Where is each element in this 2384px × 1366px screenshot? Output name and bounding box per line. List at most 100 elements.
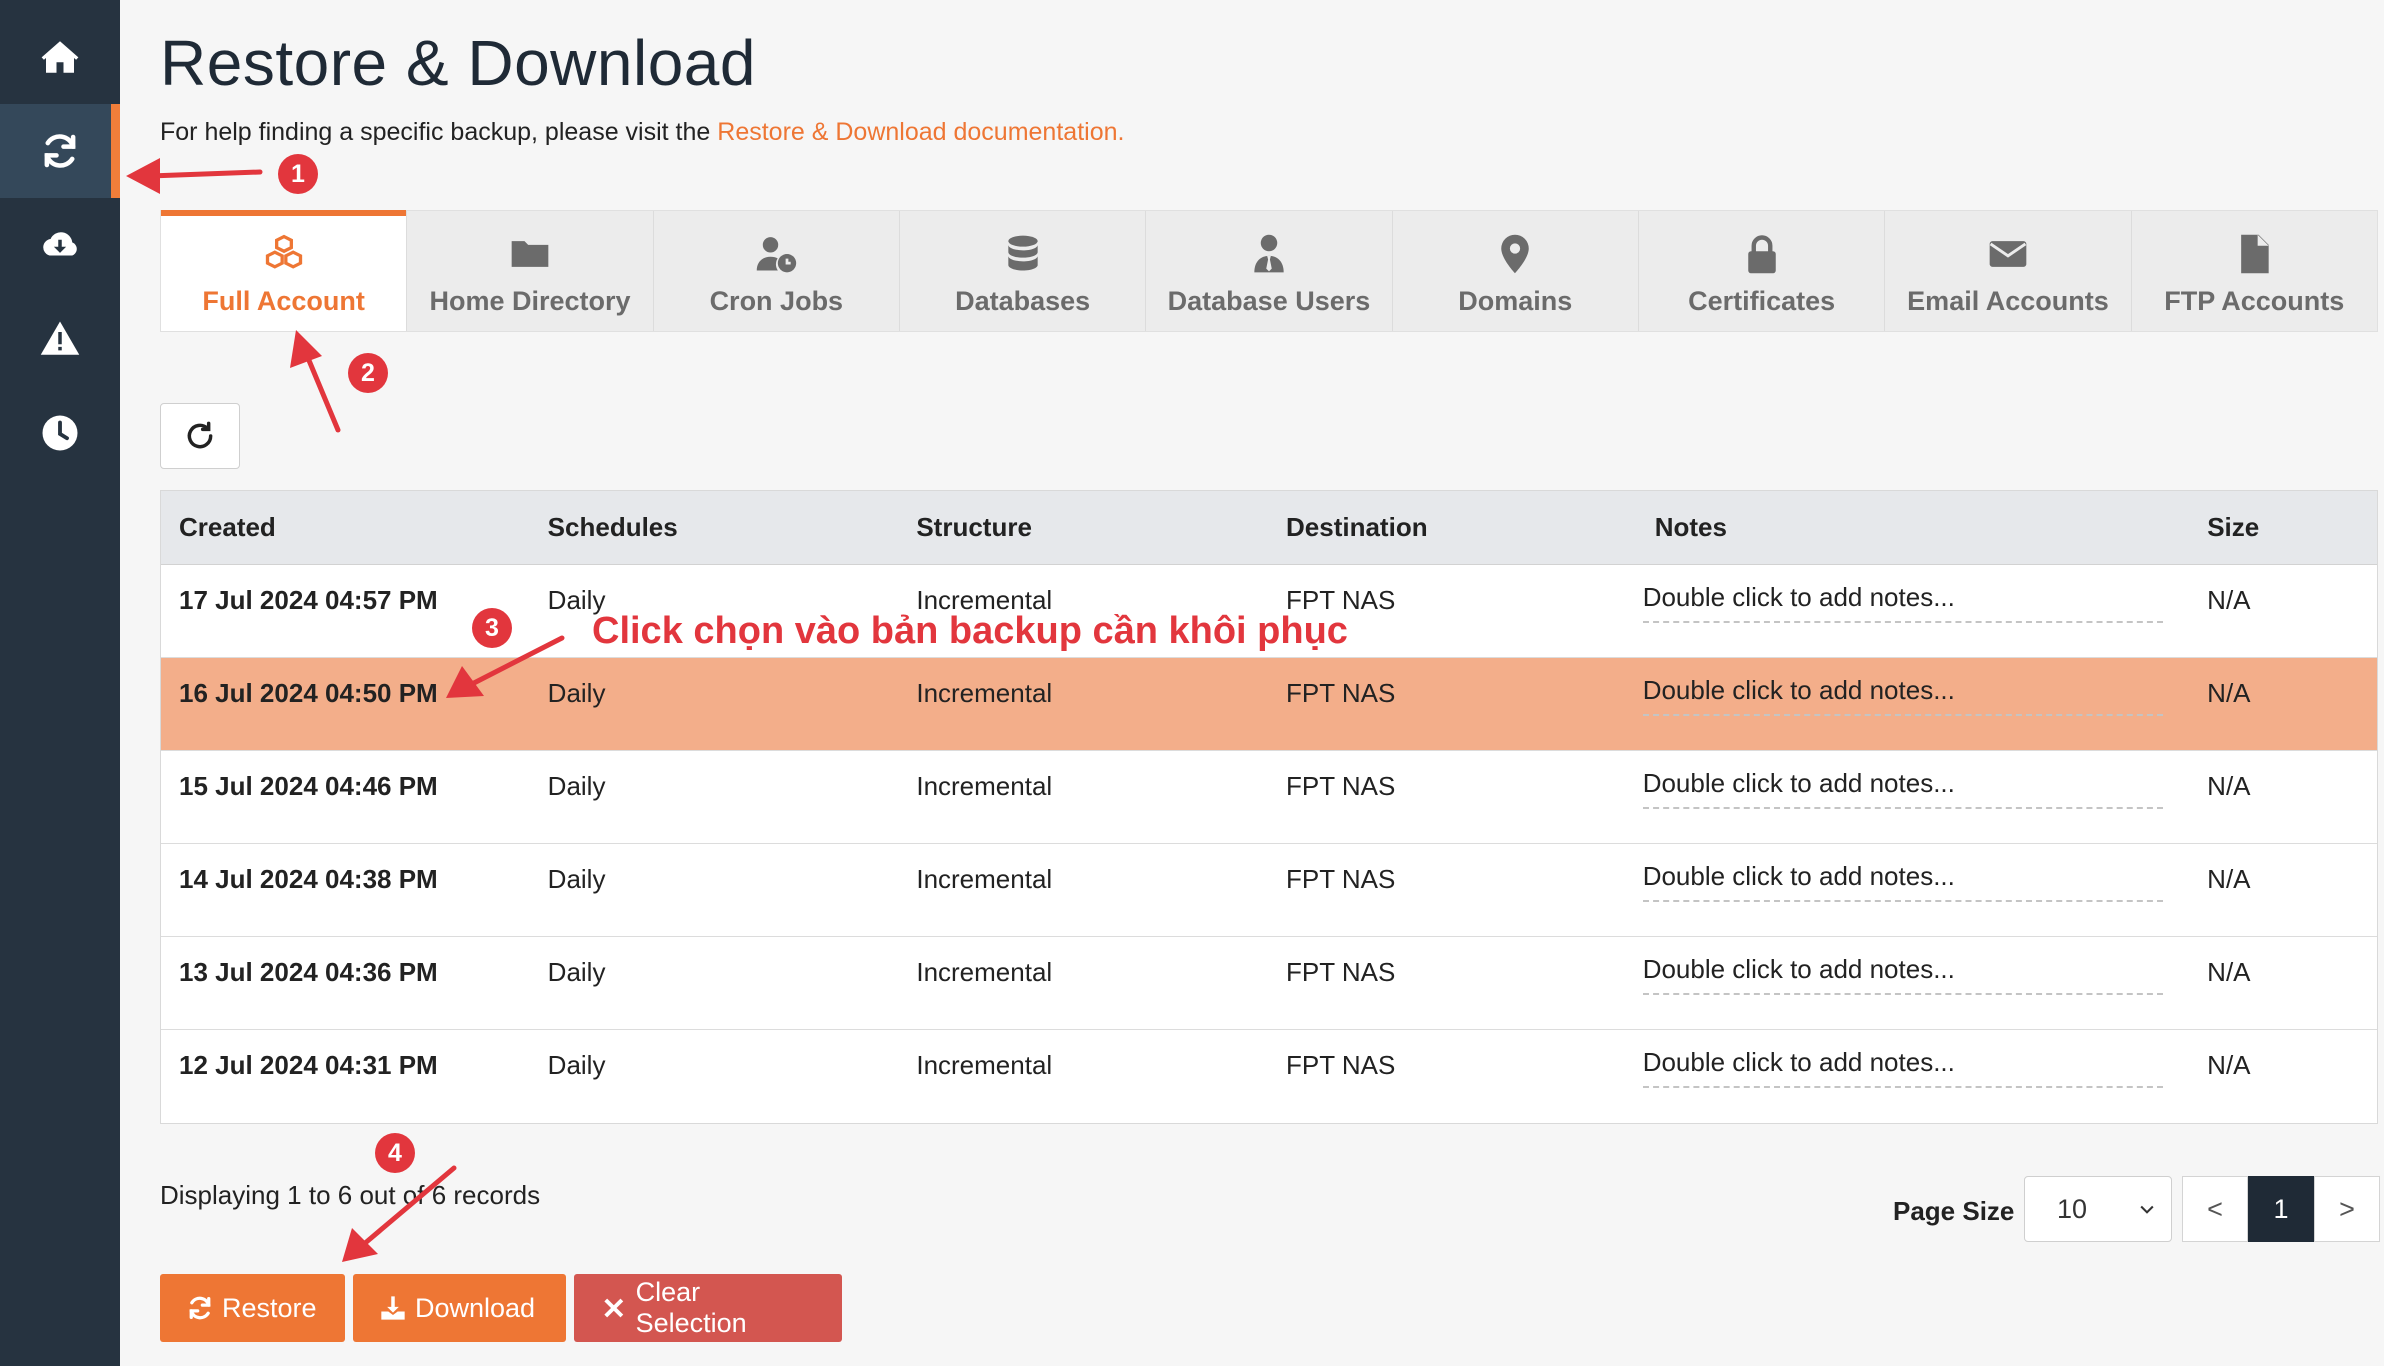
sidebar-item-history[interactable]: [0, 386, 120, 480]
warning-icon: [40, 321, 80, 355]
cell-size: N/A: [2207, 585, 2251, 615]
cell-size: N/A: [2207, 1050, 2251, 1080]
cell-notes: Double click to add notes...: [1637, 937, 2189, 1029]
tab-domains[interactable]: Domains: [1393, 211, 1639, 331]
arrow-step-1: [147, 169, 263, 179]
tab-full-account[interactable]: Full Account: [161, 210, 408, 331]
map-marker-icon: [1501, 234, 1530, 274]
chevron-down-icon: [2140, 1205, 2154, 1214]
clear-selection-button[interactable]: Clear Selection: [574, 1274, 842, 1342]
folder-icon: [511, 241, 549, 267]
page-size-label: Page Size: [1893, 1196, 2015, 1226]
column-header-size[interactable]: Size: [2189, 512, 2377, 543]
cell-notes: Double click to add notes...: [1637, 565, 2189, 657]
column-header-structure[interactable]: Structure: [898, 512, 1268, 543]
clock-icon: [42, 415, 78, 451]
cell-schedule: Daily: [547, 771, 606, 801]
tab-home-directory[interactable]: Home Directory: [407, 211, 654, 331]
documentation-link[interactable]: Restore & Download documentation.: [717, 118, 1124, 146]
cell-created: 17 Jul 2024 04:57 PM: [179, 585, 438, 615]
tab-email-accounts[interactable]: Email Accounts: [1885, 211, 2132, 331]
table-header: Created Schedules Structure Destination …: [161, 491, 2377, 565]
arrowhead-step-1: [126, 158, 160, 194]
cell-notes: Double click to add notes...: [1637, 751, 2189, 843]
restore-button[interactable]: Restore: [160, 1274, 345, 1342]
pagination: < 1 >: [2182, 1176, 2380, 1242]
page-title: Restore & Download: [160, 27, 756, 99]
table-row[interactable]: 13 Jul 2024 04:36 PM Daily Incremental F…: [161, 937, 2377, 1030]
tab-label: Full Account: [202, 286, 365, 316]
tab-certificates[interactable]: Certificates: [1639, 211, 1886, 331]
tab-databases[interactable]: Databases: [900, 211, 1147, 331]
cell-destination: FPT NAS: [1286, 771, 1396, 801]
next-page-button[interactable]: >: [2314, 1176, 2380, 1242]
step-badge-1: 1: [278, 154, 318, 194]
table-row-selected[interactable]: 16 Jul 2024 04:50 PM Daily Incremental F…: [161, 658, 2377, 751]
refresh-icon: [187, 421, 213, 449]
notes-field[interactable]: Double click to add notes...: [1642, 856, 2163, 902]
table-row[interactable]: 12 Jul 2024 04:31 PM Daily Incremental F…: [161, 1030, 2377, 1123]
download-button[interactable]: Download: [353, 1274, 566, 1342]
notes-field[interactable]: Double click to add notes...: [1642, 949, 2163, 995]
sidebar-item-home[interactable]: [0, 10, 120, 104]
tab-label: Home Directory: [429, 286, 631, 316]
column-header-destination[interactable]: Destination: [1268, 512, 1637, 543]
cell-structure: Incremental: [916, 864, 1053, 894]
cell-destination: FPT NAS: [1286, 678, 1396, 708]
sync-icon: [189, 1296, 211, 1320]
cell-notes: Double click to add notes...: [1637, 844, 2189, 936]
cell-destination: FPT NAS: [1286, 864, 1396, 894]
lock-icon: [1747, 235, 1776, 274]
tab-database-users[interactable]: Database Users: [1146, 211, 1393, 331]
step-badge-4: 4: [375, 1133, 415, 1173]
arrowhead-step-4: [342, 1228, 378, 1262]
cell-destination: FPT NAS: [1286, 957, 1396, 987]
close-icon: [604, 1298, 624, 1318]
file-icon: [2241, 234, 2269, 274]
cell-created: 14 Jul 2024 04:38 PM: [179, 864, 438, 894]
cell-size: N/A: [2207, 678, 2251, 708]
tab-ftp-accounts[interactable]: FTP Accounts: [2132, 211, 2377, 331]
sidebar-item-restore[interactable]: [0, 104, 120, 198]
cell-size: N/A: [2207, 864, 2251, 894]
notes-field[interactable]: Double click to add notes...: [1642, 577, 2163, 623]
cell-schedule: Daily: [547, 864, 606, 894]
page-1-button[interactable]: 1: [2248, 1176, 2314, 1242]
cell-structure: Incremental: [916, 678, 1053, 708]
records-count: Displaying 1 to 6 out of 6 records: [160, 1180, 541, 1210]
envelope-icon: [1989, 241, 2027, 267]
page-size-select[interactable]: 10: [2024, 1176, 2172, 1242]
refresh-button[interactable]: [160, 403, 240, 469]
tab-label: Databases: [955, 286, 1091, 316]
cell-notes: Double click to add notes...: [1637, 658, 2189, 750]
sync-icon: [44, 134, 76, 168]
prev-page-button[interactable]: <: [2182, 1176, 2248, 1242]
column-header-notes[interactable]: Notes: [1637, 512, 2190, 543]
arrow-step-2: [305, 355, 341, 433]
tab-label: Email Accounts: [1907, 286, 2109, 316]
backups-table: Created Schedules Structure Destination …: [160, 490, 2378, 1124]
tab-cron-jobs[interactable]: Cron Jobs: [654, 211, 900, 331]
cubes-icon: [265, 234, 302, 269]
notes-field[interactable]: Double click to add notes...: [1642, 763, 2163, 809]
cell-structure: Incremental: [916, 1050, 1053, 1080]
cell-destination: FPT NAS: [1286, 1050, 1396, 1080]
home-icon: [41, 41, 79, 73]
help-prefix: For help finding a specific backup, plea…: [160, 118, 711, 146]
notes-field[interactable]: Double click to add notes...: [1642, 670, 2163, 716]
table-row[interactable]: 14 Jul 2024 04:38 PM Daily Incremental F…: [161, 844, 2377, 937]
sidebar-item-alerts[interactable]: [0, 292, 120, 386]
cell-schedule: Daily: [547, 1050, 606, 1080]
column-header-created[interactable]: Created: [161, 512, 530, 543]
download-icon: [381, 1296, 405, 1320]
column-header-schedules[interactable]: Schedules: [530, 512, 899, 543]
sidebar: [0, 0, 120, 1366]
clear-label: Clear Selection: [635, 1277, 747, 1338]
table-row[interactable]: 15 Jul 2024 04:46 PM Daily Incremental F…: [161, 751, 2377, 844]
notes-field[interactable]: Double click to add notes...: [1642, 1042, 2163, 1088]
cell-schedule: Daily: [547, 957, 606, 987]
help-text: For help finding a specific backup, plea…: [160, 118, 1124, 147]
download-label: Download: [415, 1292, 536, 1323]
cell-notes: Double click to add notes...: [1637, 1030, 2189, 1123]
sidebar-item-download[interactable]: [0, 198, 120, 292]
